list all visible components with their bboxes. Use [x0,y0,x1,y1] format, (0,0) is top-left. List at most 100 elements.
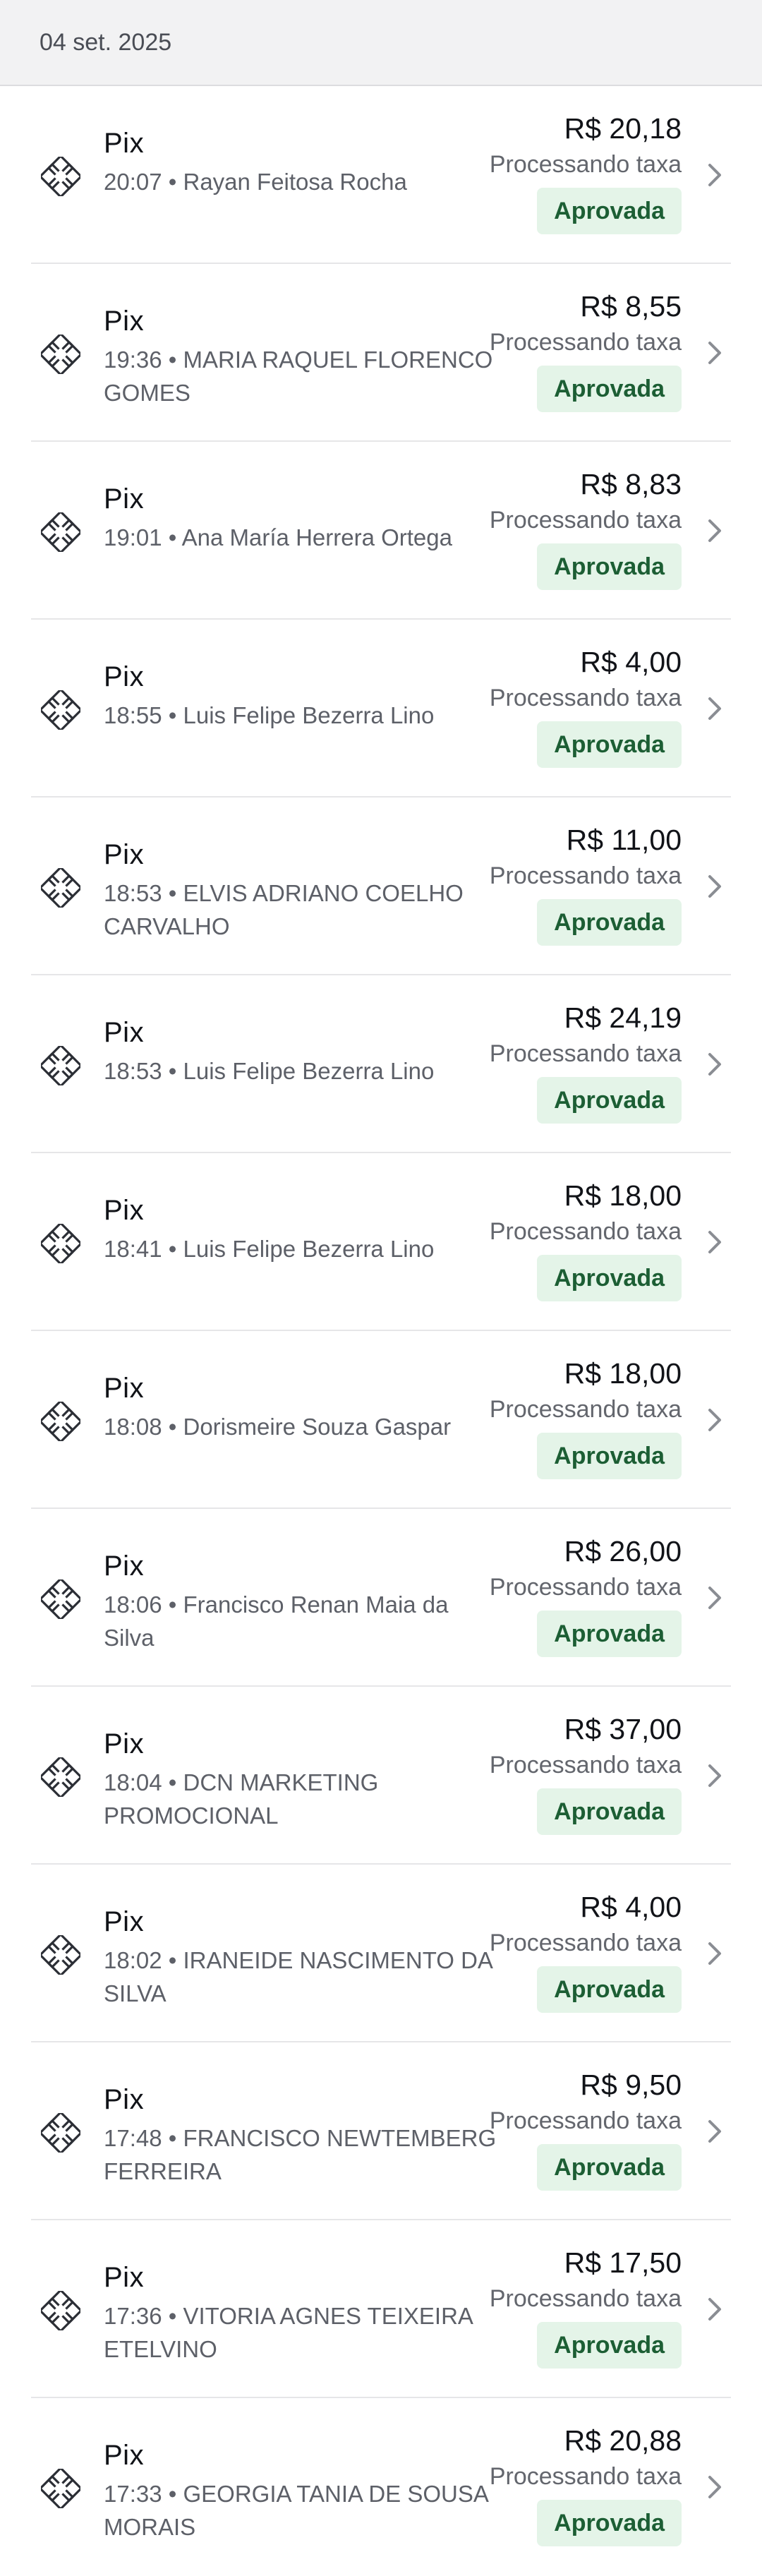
transaction-info: Pix 19:01 • Ana María Herrera Ortega [104,481,499,554]
payment-method: Pix [104,1373,145,1404]
time-and-payer: 18:53 • Luis Felipe Bezerra Lino [104,1054,499,1088]
pix-icon [41,1935,80,1975]
transaction-row[interactable]: Pix 18:06 • Francisco Renan Maia da Silva… [31,1509,731,1687]
separator: • [162,1236,183,1262]
chevron-right-icon[interactable] [704,1050,725,1078]
time-and-payer: 17:48 • FRANCISCO NEWTEMBERG FERREIRA [104,2121,499,2188]
fee-status: Processando taxa [489,1752,682,1778]
separator: • [162,1414,183,1440]
transaction-time: 19:36 [104,347,162,373]
fee-status: Processando taxa [489,1218,682,1245]
status-badge: Aprovada [537,2144,682,2191]
transaction-values: R$ 4,00 Processando taxa Aprovada [490,644,682,768]
time-and-payer: 18:04 • DCN MARKETING PROMOCIONAL [104,1766,499,1832]
payment-method: Pix [104,306,145,337]
separator: • [162,347,183,373]
transaction-info: Pix 18:55 • Luis Felipe Bezerra Lino [104,659,499,732]
transaction-row[interactable]: Pix 19:36 • MARIA RAQUEL FLORENCO GOMES R$… [31,264,731,442]
transaction-info: Pix 18:08 • Dorismeire Souza Gaspar [104,1371,499,1443]
transaction-info: Pix 18:53 • Luis Felipe Bezerra Lino [104,1015,499,1088]
transaction-time: 18:55 [104,702,162,728]
separator: • [162,169,183,195]
payer-name: Luis Felipe Bezerra Lino [183,702,435,728]
payment-method: Pix [104,128,145,159]
pix-icon [41,868,80,908]
transaction-info: Pix 18:53 • ELVIS ADRIANO COELHO CARVALHO [104,837,499,943]
time-and-payer: 18:41 • Luis Felipe Bezerra Lino [104,1232,499,1265]
separator: • [162,1769,183,1795]
pix-icon [41,1579,80,1619]
chevron-right-icon[interactable] [704,1762,725,1790]
payer-name: Dorismeire Souza Gaspar [183,1414,452,1440]
transaction-values: R$ 8,55 Processando taxa Aprovada [490,288,682,412]
separator: • [162,2125,183,2151]
payment-method: Pix [104,839,145,870]
transaction-amount: R$ 4,00 [580,646,682,678]
fee-status: Processando taxa [489,329,682,356]
transaction-time: 19:01 [104,524,162,550]
transaction-time: 18:53 [104,1058,162,1084]
chevron-right-icon[interactable] [704,872,725,901]
transaction-time: 18:41 [104,1236,162,1262]
transaction-row[interactable]: Pix 19:01 • Ana María Herrera Ortega R$ 8,… [31,442,731,620]
transaction-row[interactable]: Pix 18:04 • DCN MARKETING PROMOCIONAL R$ 3… [31,1687,731,1865]
transaction-values: R$ 4,00 Processando taxa Aprovada [490,1889,682,2013]
transaction-row[interactable]: Pix 18:08 • Dorismeire Souza Gaspar R$ 18,… [31,1331,731,1509]
pix-icon [41,1757,80,1797]
time-and-payer: 18:55 • Luis Felipe Bezerra Lino [104,699,499,732]
transaction-amount: R$ 20,88 [564,2424,682,2457]
status-badge: Aprovada [537,1966,682,2013]
time-and-payer: 20:07 • Rayan Feitosa Rocha [104,165,499,198]
transaction-amount: R$ 8,55 [580,290,682,323]
transaction-time: 18:02 [104,1947,162,1973]
pix-icon [41,2469,80,2508]
transaction-row[interactable]: Pix 17:48 • FRANCISCO NEWTEMBERG FERREIRA… [31,2042,731,2220]
transaction-values: R$ 26,00 Processando taxa Aprovada [490,1533,682,1657]
time-and-payer: 19:01 • Ana María Herrera Ortega [104,521,499,554]
chevron-right-icon[interactable] [704,517,725,545]
pix-icon [41,1402,80,1441]
chevron-right-icon[interactable] [704,694,725,723]
transaction-info: Pix 18:41 • Luis Felipe Bezerra Lino [104,1193,499,1265]
status-badge: Aprovada [537,188,682,234]
status-badge: Aprovada [537,2500,682,2546]
chevron-right-icon[interactable] [704,1584,725,1612]
chevron-right-icon[interactable] [704,2117,725,2145]
status-badge: Aprovada [537,2322,682,2369]
payment-method: Pix [104,1906,145,1937]
payer-name: Luis Felipe Bezerra Lino [183,1058,435,1084]
transaction-amount: R$ 26,00 [564,1535,682,1567]
chevron-right-icon[interactable] [704,2473,725,2501]
pix-icon [41,157,80,196]
chevron-right-icon[interactable] [704,2295,725,2323]
transaction-row[interactable]: Pix 18:53 • Luis Felipe Bezerra Lino R$ 24… [31,975,731,1153]
transaction-values: R$ 20,88 Processando taxa Aprovada [490,2422,682,2546]
time-and-payer: 18:53 • ELVIS ADRIANO COELHO CARVALHO [104,877,499,943]
transaction-row[interactable]: Pix 18:02 • IRANEIDE NASCIMENTO DA SILVA R… [31,1865,731,2042]
chevron-right-icon[interactable] [704,1406,725,1434]
pix-icon [41,2291,80,2330]
time-and-payer: 18:08 • Dorismeire Souza Gaspar [104,1410,499,1443]
transaction-values: R$ 17,50 Processando taxa Aprovada [490,2244,682,2369]
transaction-row[interactable]: Pix 18:53 • ELVIS ADRIANO COELHO CARVALHO… [31,798,731,975]
fee-status: Processando taxa [489,1396,682,1423]
separator: • [162,2481,183,2507]
transaction-amount: R$ 17,50 [564,2246,682,2279]
transaction-row[interactable]: Pix 17:33 • GEORGIA TANIA DE SOUSA MORAIS… [31,2398,731,2576]
payment-method: Pix [104,483,145,514]
fee-status: Processando taxa [489,1040,682,1067]
transaction-values: R$ 24,19 Processando taxa Aprovada [490,999,682,1124]
chevron-right-icon[interactable] [704,339,725,367]
pix-icon [41,335,80,374]
transaction-values: R$ 37,00 Processando taxa Aprovada [490,1711,682,1835]
separator: • [162,1591,183,1618]
transaction-time: 18:08 [104,1414,162,1440]
transaction-row[interactable]: Pix 17:36 • VITORIA AGNES TEIXEIRA ETELVI… [31,2220,731,2398]
transaction-row[interactable]: Pix 18:41 • Luis Felipe Bezerra Lino R$ 18… [31,1153,731,1331]
status-badge: Aprovada [537,1611,682,1657]
chevron-right-icon[interactable] [704,161,725,189]
chevron-right-icon[interactable] [704,1228,725,1256]
transaction-row[interactable]: Pix 20:07 • Rayan Feitosa Rocha R$ 20,18 Pr… [31,86,731,264]
transaction-row[interactable]: Pix 18:55 • Luis Felipe Bezerra Lino R$ 4,… [31,620,731,798]
chevron-right-icon[interactable] [704,1939,725,1968]
